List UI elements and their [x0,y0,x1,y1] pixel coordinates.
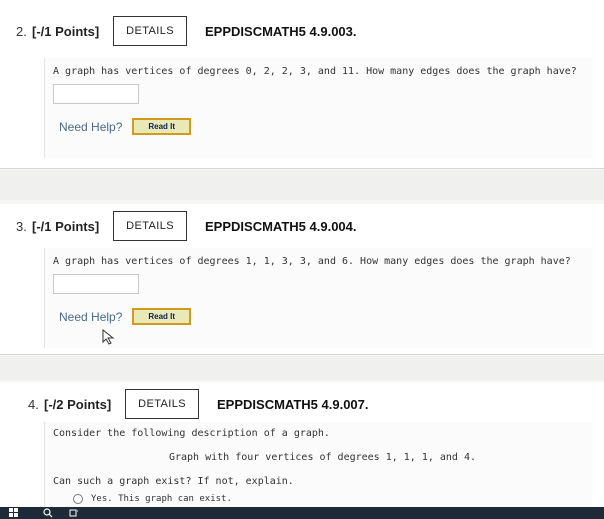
need-help-label: Need Help? [59,309,123,324]
question-number: 4. [28,396,39,412]
question-points: [-/2 Points] [44,396,112,412]
search-icon[interactable] [42,507,54,519]
question-text: A graph has vertices of degrees 1, 1, 3,… [53,256,571,267]
question-number: 3. [16,218,27,234]
question-intro: Consider the following description of a … [53,428,330,439]
question-number: 2. [16,23,27,39]
details-button[interactable]: DETAILS [113,16,188,46]
question-body: Consider the following description of a … [44,422,592,519]
question-text: A graph has vertices of degrees 0, 2, 2,… [53,66,577,77]
read-it-button[interactable]: Read It [132,118,192,135]
task-view-icon[interactable] [68,507,80,519]
details-button[interactable]: DETAILS [125,389,200,419]
need-help-label: Need Help? [59,119,123,134]
graph-description: Graph with four vertices of degrees 1, 1… [168,452,477,463]
question-header: 2. [-/1 Points] DETAILS EPPDISCMATH5 4.9… [0,11,604,51]
need-help-row: Need Help? Read It [45,308,592,325]
question-card-4: 4. [-/2 Points] DETAILS EPPDISCMATH5 4.9… [0,382,604,519]
answer-option[interactable]: Yes. This graph can exist. [45,494,592,504]
option-label: Yes. This graph can exist. [91,494,232,504]
question-points: [-/1 Points] [32,218,100,234]
question-header: 4. [-/2 Points] DETAILS EPPDISCMATH5 4.9… [0,384,604,424]
read-it-button[interactable]: Read It [132,308,192,325]
magnifier-icon [43,508,53,518]
question-code: EPPDISCMATH5 4.9.004. [205,218,357,234]
answer-input[interactable] [53,274,139,294]
details-button[interactable]: DETAILS [113,211,188,241]
taskbar [0,507,604,519]
answer-input[interactable] [53,84,139,104]
question-header: 3. [-/1 Points] DETAILS EPPDISCMATH5 4.9… [0,206,604,246]
question-prompt: Can such a graph exist? If not, explain. [53,476,294,487]
question-code: EPPDISCMATH5 4.9.003. [205,23,357,39]
question-points: [-/1 Points] [32,23,100,39]
section-divider [0,356,604,380]
question-body: A graph has vertices of degrees 1, 1, 3,… [44,248,592,348]
section-divider [0,170,604,200]
windows-icon[interactable] [8,507,20,519]
question-code: EPPDISCMATH5 4.9.007. [217,396,369,412]
need-help-row: Need Help? Read It [45,118,592,135]
question-card-3: 3. [-/1 Points] DETAILS EPPDISCMATH5 4.9… [0,204,604,355]
question-card-2: 2. [-/1 Points] DETAILS EPPDISCMATH5 4.9… [0,0,604,169]
mouse-cursor-icon [102,329,115,345]
task-view-glyph-icon [69,509,78,517]
page: 2. [-/1 Points] DETAILS EPPDISCMATH5 4.9… [0,0,604,519]
radio-button[interactable] [73,494,83,504]
question-body: A graph has vertices of degrees 0, 2, 2,… [44,58,592,158]
windows-logo-icon [9,508,18,517]
